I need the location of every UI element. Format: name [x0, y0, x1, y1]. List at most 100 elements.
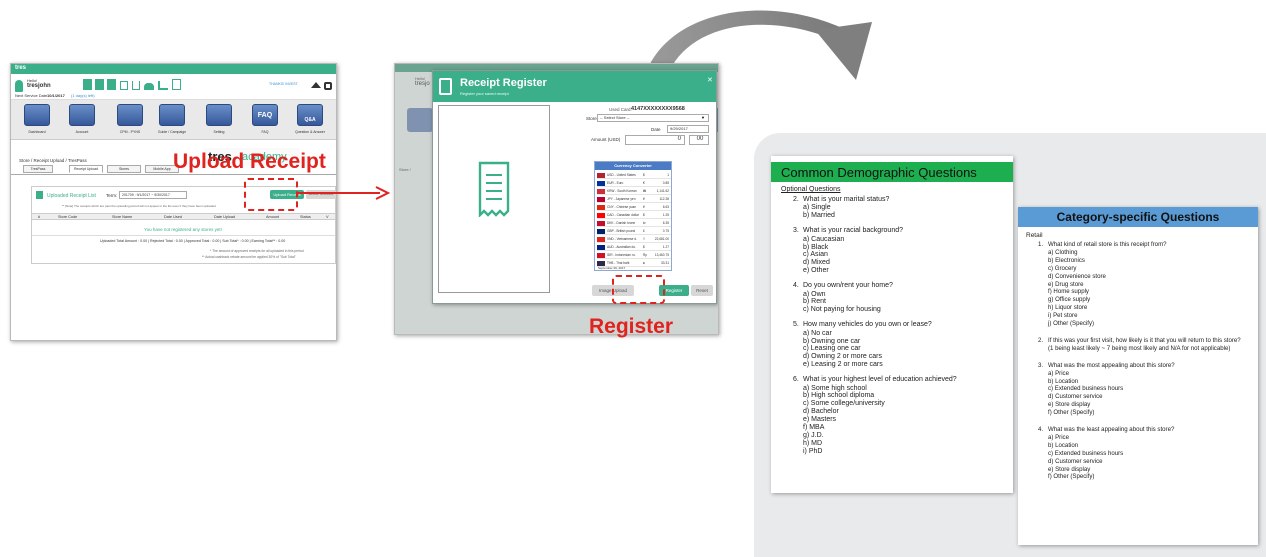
col-amount: Amount	[266, 215, 280, 219]
account-icon[interactable]	[69, 104, 95, 126]
guide-campaign-icon[interactable]	[159, 104, 185, 126]
totals-divider	[32, 235, 335, 236]
converter-symbol: ฿	[643, 261, 646, 265]
converter-symbol: ¥	[643, 197, 645, 201]
converter-currency: USD - United States	[607, 173, 636, 177]
answer-option: b) Location	[1048, 441, 1079, 449]
empty-message: You have not registered any stores yet!	[144, 227, 222, 232]
answer-option: e) Store display	[1048, 465, 1091, 473]
question-text: What was the least appealing about this …	[1048, 426, 1175, 433]
flag-icon	[597, 212, 605, 218]
answer-option: a) Price	[1048, 433, 1069, 441]
bg-breadcrumb: Store /	[399, 167, 411, 172]
answer-option: d) Customer service	[1048, 393, 1103, 401]
question-number: 5.	[793, 321, 799, 329]
upload-highlight-box	[244, 178, 298, 211]
answer-option: a) Some high school	[803, 384, 867, 392]
answer-option: g) Office supply	[1048, 296, 1091, 304]
answer-option: d) Convenience store	[1048, 272, 1106, 280]
question-answer-icon[interactable]: Q&A	[297, 104, 323, 126]
notice-text: ** [Note] The receipts which are past th…	[62, 204, 216, 208]
people-icon	[144, 83, 154, 90]
answer-option: f) Home supply	[1048, 288, 1089, 296]
bar-chart-icon	[158, 81, 168, 90]
converter-value: 33.31	[661, 261, 669, 265]
used-card-value: 4147XXXXXXXX9568	[631, 106, 685, 112]
tres-logo: tres	[15, 65, 27, 71]
answer-option: c) Extended business hours	[1048, 385, 1124, 393]
col-status: Status	[300, 215, 311, 219]
faq-icon[interactable]: FAQ	[252, 104, 278, 126]
cpm-pyns-icon[interactable]	[117, 104, 143, 126]
converter-value: 112.28	[659, 197, 669, 201]
answer-option: d) Bachelor	[803, 408, 839, 416]
document-icon	[95, 79, 104, 90]
converter-row: KRW - South Korean ₩1,141.62	[597, 187, 671, 195]
nav-icon-row: FAQ Q&A Dashboard Account CPM - PYNS Gui…	[11, 100, 336, 140]
demographic-question-list: 2. What is your marital status? a) Single b…	[771, 194, 1013, 484]
used-card-label: Used Card:	[609, 107, 632, 112]
tab-trespass[interactable]: TresPass	[23, 165, 53, 173]
store-select[interactable]: -- Select Store --	[597, 114, 709, 122]
breadcrumb: Store / Receipt Upload / TresPass	[19, 158, 87, 163]
category-title: Category-specific Questions	[1056, 210, 1220, 224]
flag-icon	[597, 228, 605, 234]
answer-option: d) Owning 2 or more cars	[803, 353, 882, 361]
answer-option: c) Asian	[803, 251, 828, 259]
converter-value: 6.35	[662, 221, 669, 225]
answer-option: a) No car	[803, 329, 832, 337]
receipt-table-header: # Store Code Store Name Date Used Date U…	[32, 213, 335, 220]
converter-symbol: ₩	[643, 189, 647, 193]
answer-option: h) Liquor store	[1048, 304, 1088, 312]
user-bar: Hello! tresjohn Next Service Date 10/1/2…	[11, 74, 336, 100]
converter-value: 1	[667, 173, 669, 177]
store-icon	[107, 79, 116, 90]
dashboard-icon[interactable]	[24, 104, 50, 126]
question-text: What is your marital status?	[803, 196, 890, 203]
converter-row: EUR - Euro €0.85	[597, 179, 671, 187]
term-select[interactable]: 201709 : 9/1/2017 ~ 9/30/2017	[119, 191, 187, 199]
answer-option: (1 being least likely ~ 7 being most lik…	[1048, 344, 1231, 352]
register-highlight-box	[612, 275, 665, 304]
question-number: 2.	[793, 196, 799, 203]
converter-row: CAD - Canadian dollar $1.25	[597, 211, 671, 219]
col-store-code: Store Code	[58, 215, 78, 219]
home-icon[interactable]	[311, 82, 321, 88]
col-date-upload: Date Upload	[214, 215, 236, 219]
category-question-list: 1. What kind of retail store is this rece…	[1018, 239, 1258, 539]
amount-input[interactable]: 0	[625, 135, 685, 145]
converter-currency: KRW - South Korean	[607, 189, 637, 193]
flag-icon	[597, 252, 605, 258]
tab-stores[interactable]: Stores	[107, 165, 141, 173]
amount-label: Amount (USD)	[591, 137, 621, 142]
tab-receipt-upload[interactable]: Receipt Upload	[69, 165, 103, 173]
flag-icon	[597, 172, 605, 178]
user-avatar-icon	[15, 80, 23, 92]
question-text: If this was your first visit, how likely…	[1048, 336, 1241, 344]
service-date-value: 10/1/2017	[47, 93, 65, 98]
date-input[interactable]: 9/29/2017	[667, 125, 709, 133]
converter-value: 1.27	[662, 245, 669, 249]
amount-decimal-input[interactable]: 00	[689, 135, 709, 145]
converter-currency: CAD - Canadian dollar	[607, 213, 639, 217]
reset-button[interactable]: Reset	[691, 285, 713, 296]
top-bar	[11, 64, 336, 74]
term-label: Term:	[106, 193, 118, 198]
receipt-image-frame[interactable]	[438, 105, 550, 293]
receipt-list-icon	[36, 191, 43, 199]
question-text: How many vehicles do you own or lease?	[803, 321, 932, 329]
service-date-note: (1 day(s) left)	[71, 93, 95, 98]
flag-icon	[597, 260, 605, 266]
setting-icon[interactable]	[206, 104, 232, 126]
logout-icon[interactable]	[324, 82, 332, 90]
footnote-1: * The amount of approved receipts for al…	[210, 249, 304, 253]
close-icon[interactable]: ✕	[707, 76, 713, 84]
answer-option: d) Customer service	[1048, 457, 1103, 465]
answer-option: b) High school diploma	[803, 392, 875, 400]
receipt-icon	[478, 161, 510, 217]
converter-value: 1.25	[662, 213, 669, 217]
answer-option: a) Own	[803, 290, 826, 298]
converter-currency: AUD - Australian do.	[607, 245, 636, 249]
question-number: 1.	[1038, 241, 1044, 248]
totals-line: Uploaded Total Amount : 0.00 | Rejected …	[100, 239, 286, 243]
